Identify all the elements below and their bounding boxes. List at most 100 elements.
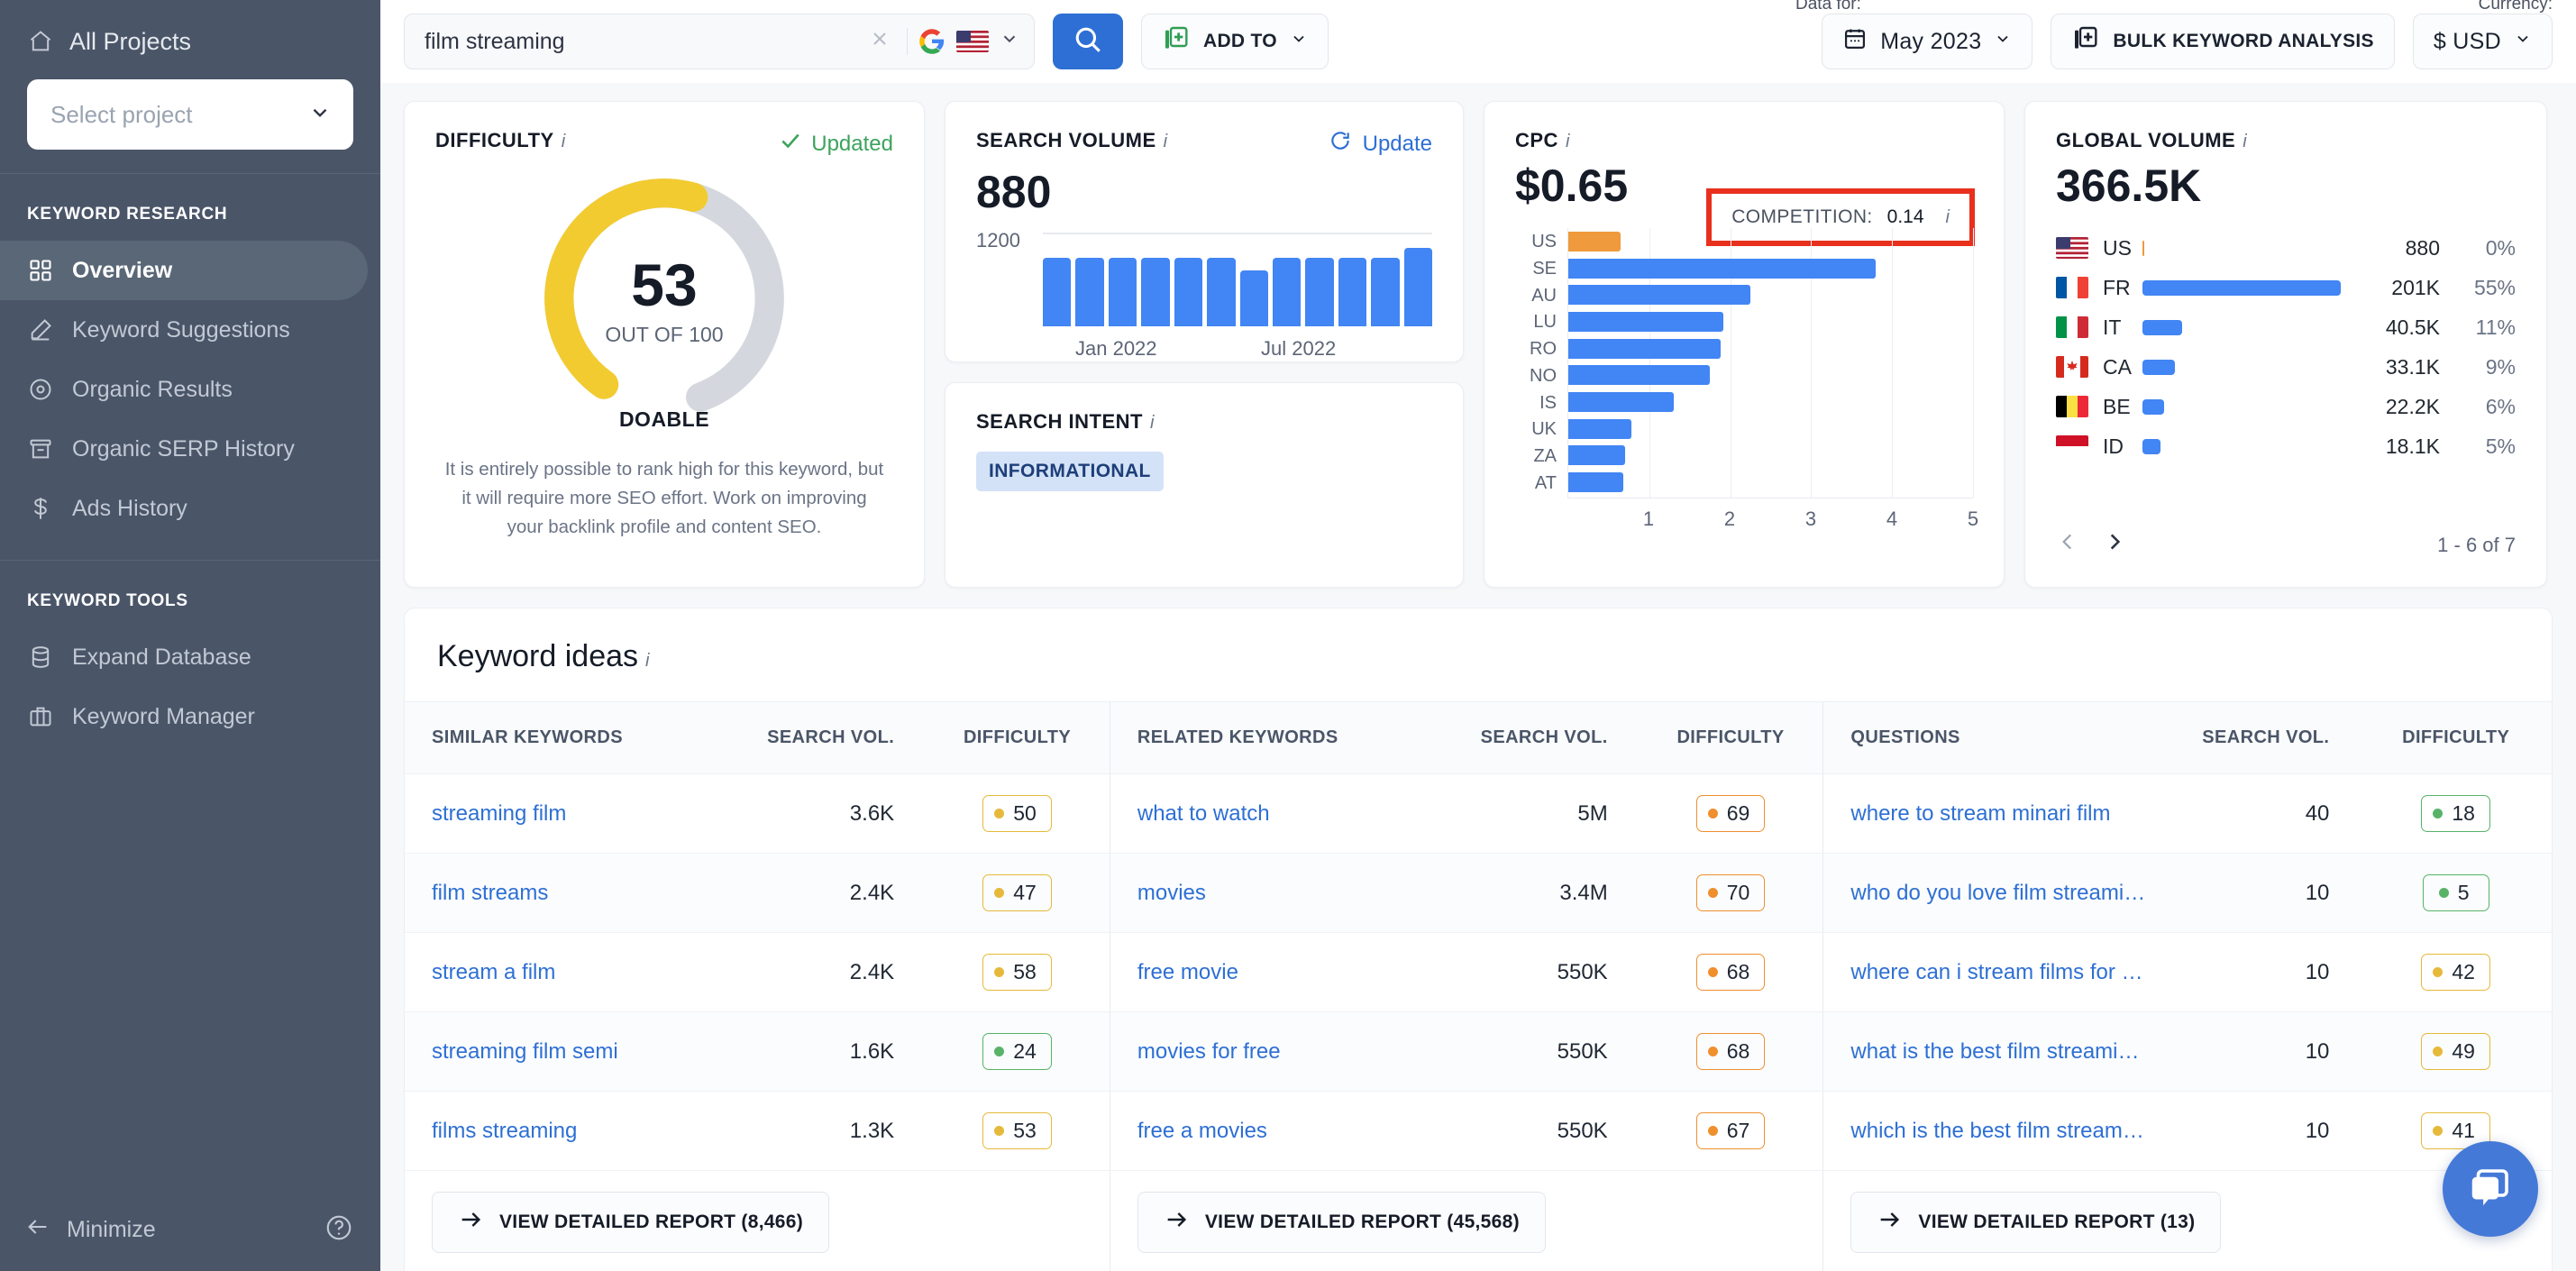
global-volume-row[interactable]: FR 201K 55% bbox=[2056, 268, 2516, 307]
keyword-link[interactable]: where can i stream films for … bbox=[1850, 960, 2187, 985]
keyword-link[interactable]: stream a film bbox=[432, 960, 752, 985]
question-circle-icon[interactable] bbox=[324, 1213, 353, 1247]
currency-value: $ USD bbox=[2433, 28, 2501, 54]
view-detailed-report-related-button[interactable]: VIEW DETAILED REPORT (45,568) bbox=[1137, 1192, 1546, 1253]
info-icon[interactable]: i bbox=[1150, 413, 1155, 433]
search-volume-update-button[interactable]: Update bbox=[1329, 129, 1432, 159]
info-icon[interactable]: i bbox=[562, 132, 566, 151]
cpc-bar[interactable] bbox=[1568, 418, 1632, 439]
cpc-plot-area bbox=[1567, 228, 1974, 498]
global-volume-row[interactable]: CA 33.1K 9% bbox=[2056, 347, 2516, 387]
footer-cell-similar: VIEW DETAILED REPORT (8,466) bbox=[405, 1171, 1110, 1271]
chat-bubble-icon bbox=[2466, 1163, 2515, 1216]
info-icon[interactable]: i bbox=[1164, 132, 1168, 151]
sidebar-all-projects[interactable]: All Projects bbox=[27, 16, 353, 67]
keyword-link[interactable]: streaming film bbox=[432, 801, 752, 827]
view-detailed-report-similar-button[interactable]: VIEW DETAILED REPORT (8,466) bbox=[432, 1192, 830, 1253]
global-volume-row[interactable]: ID 18.1K 5% bbox=[2056, 426, 2516, 466]
sidebar-item-ads-history[interactable]: Ads History bbox=[0, 479, 368, 538]
chevron-left-icon[interactable] bbox=[2056, 530, 2079, 560]
view-detailed-report-questions-button[interactable]: VIEW DETAILED REPORT (13) bbox=[1850, 1192, 2222, 1253]
col-related-difficulty[interactable]: DIFFICULTY bbox=[1638, 701, 1823, 774]
date-picker-button[interactable]: May 2023 bbox=[1822, 14, 2033, 69]
search-volume-bar[interactable] bbox=[1403, 248, 1433, 326]
us-flag-icon[interactable] bbox=[956, 31, 989, 52]
search-volume-bar[interactable] bbox=[1075, 257, 1104, 326]
sidebar-item-expand-database[interactable]: Expand Database bbox=[0, 627, 368, 687]
minimize-button[interactable]: Minimize bbox=[25, 1214, 156, 1246]
search-volume-bar[interactable] bbox=[1305, 257, 1334, 326]
keyword-link[interactable]: free movie bbox=[1137, 960, 1465, 985]
global-volume-row[interactable]: US 880 0% bbox=[2056, 228, 2516, 268]
cpc-bar[interactable] bbox=[1568, 285, 1751, 306]
chevron-down-icon[interactable] bbox=[1000, 29, 1019, 54]
search-volume-bar[interactable] bbox=[1272, 257, 1302, 326]
cpc-bar[interactable] bbox=[1568, 258, 1877, 279]
bulk-keyword-analysis-button[interactable]: BULK KEYWORD ANALYSIS bbox=[2051, 14, 2395, 69]
keyword-link[interactable]: movies bbox=[1137, 881, 1465, 906]
project-select[interactable]: Select project bbox=[27, 79, 353, 150]
cpc-bar[interactable] bbox=[1568, 391, 1674, 412]
cpc-bar[interactable] bbox=[1568, 471, 1624, 492]
google-icon[interactable] bbox=[918, 28, 945, 55]
search-volume-bar[interactable] bbox=[1371, 257, 1400, 326]
close-icon[interactable] bbox=[863, 28, 896, 56]
sidebar-item-organic-serp-history[interactable]: Organic SERP History bbox=[0, 419, 368, 479]
difficulty-cell: 58 bbox=[925, 932, 1110, 1012]
cpc-bar[interactable] bbox=[1568, 338, 1721, 359]
cpc-bar[interactable] bbox=[1568, 311, 1724, 332]
search-volume-bar[interactable] bbox=[1043, 257, 1072, 326]
search-volume-cell: 550K bbox=[1465, 1011, 1639, 1092]
sidebar-item-overview[interactable]: Overview bbox=[0, 241, 368, 300]
currency-select[interactable]: $ USD bbox=[2412, 14, 2553, 69]
keyword-link[interactable]: where to stream minari film bbox=[1850, 801, 2187, 827]
search-volume-card: SEARCH VOLUME i Update 880 1200 Jan 2022… bbox=[945, 101, 1464, 362]
add-to-button[interactable]: ADD TO bbox=[1141, 14, 1329, 69]
keyword-link[interactable]: who do you love film streami… bbox=[1850, 881, 2187, 906]
global-volume-row[interactable]: IT 40.5K 11% bbox=[2056, 307, 2516, 347]
search-volume-cell: 10 bbox=[2187, 853, 2361, 933]
cpc-bar[interactable] bbox=[1568, 445, 1625, 466]
info-icon[interactable]: i bbox=[1946, 207, 1950, 228]
sidebar-item-organic-results[interactable]: Organic Results bbox=[0, 360, 368, 419]
sidebar-item-keyword-suggestions[interactable]: Keyword Suggestions bbox=[0, 300, 368, 360]
search-button[interactable] bbox=[1053, 14, 1123, 69]
keyword-link[interactable]: what to watch bbox=[1137, 801, 1465, 827]
chat-widget-button[interactable] bbox=[2443, 1141, 2538, 1237]
col-related-search-vol[interactable]: SEARCH VOL. bbox=[1465, 701, 1639, 774]
keyword-link[interactable]: films streaming bbox=[432, 1119, 752, 1144]
keyword-link[interactable]: which is the best film stream… bbox=[1850, 1119, 2187, 1144]
col-similar-difficulty[interactable]: DIFFICULTY bbox=[925, 701, 1110, 774]
keyword-link[interactable]: streaming film semi bbox=[432, 1039, 752, 1065]
search-volume-bar[interactable] bbox=[1338, 257, 1367, 326]
info-icon[interactable]: i bbox=[2243, 132, 2247, 151]
competition-value: 0.14 bbox=[1886, 206, 1924, 227]
keyword-link[interactable]: free a movies bbox=[1137, 1119, 1465, 1144]
difficulty-value: 70 bbox=[1726, 881, 1750, 904]
col-questions-difficulty[interactable]: DIFFICULTY bbox=[2360, 701, 2552, 774]
col-questions[interactable]: QUESTIONS bbox=[1822, 701, 2187, 774]
info-icon[interactable]: i bbox=[645, 651, 649, 671]
search-volume-bar[interactable] bbox=[1141, 257, 1170, 326]
info-icon[interactable]: i bbox=[1566, 132, 1570, 151]
search-volume-bar[interactable] bbox=[1239, 270, 1268, 326]
keyword-link[interactable]: movies for free bbox=[1137, 1039, 1465, 1065]
chevron-right-icon[interactable] bbox=[2103, 530, 2126, 560]
keyword-link[interactable]: what is the best film streami… bbox=[1850, 1039, 2187, 1065]
search-volume-bar[interactable] bbox=[1108, 257, 1137, 326]
search-volume-bar[interactable] bbox=[1174, 257, 1203, 326]
cpc-bar[interactable] bbox=[1568, 232, 1621, 251]
difficulty-badge: 69 bbox=[1695, 795, 1766, 832]
global-volume-row[interactable]: BE 22.2K 6% bbox=[2056, 387, 2516, 426]
col-related-keywords[interactable]: RELATED KEYWORDS bbox=[1109, 701, 1466, 774]
keyword-link[interactable]: film streams bbox=[432, 881, 752, 906]
sidebar-item-keyword-manager[interactable]: Keyword Manager bbox=[0, 687, 368, 746]
col-similar-search-vol[interactable]: SEARCH VOL. bbox=[751, 701, 926, 774]
col-similar-keywords[interactable]: SIMILAR KEYWORDS bbox=[405, 701, 752, 774]
search-volume-bar[interactable] bbox=[1207, 257, 1236, 326]
cpc-bar[interactable] bbox=[1568, 365, 1711, 386]
search-input[interactable]: film streaming bbox=[404, 14, 1035, 69]
sidebar-all-projects-label: All Projects bbox=[69, 27, 192, 55]
col-questions-search-vol[interactable]: SEARCH VOL. bbox=[2187, 701, 2361, 774]
keyword-cell: what is the best film streami… bbox=[1822, 1011, 2187, 1092]
